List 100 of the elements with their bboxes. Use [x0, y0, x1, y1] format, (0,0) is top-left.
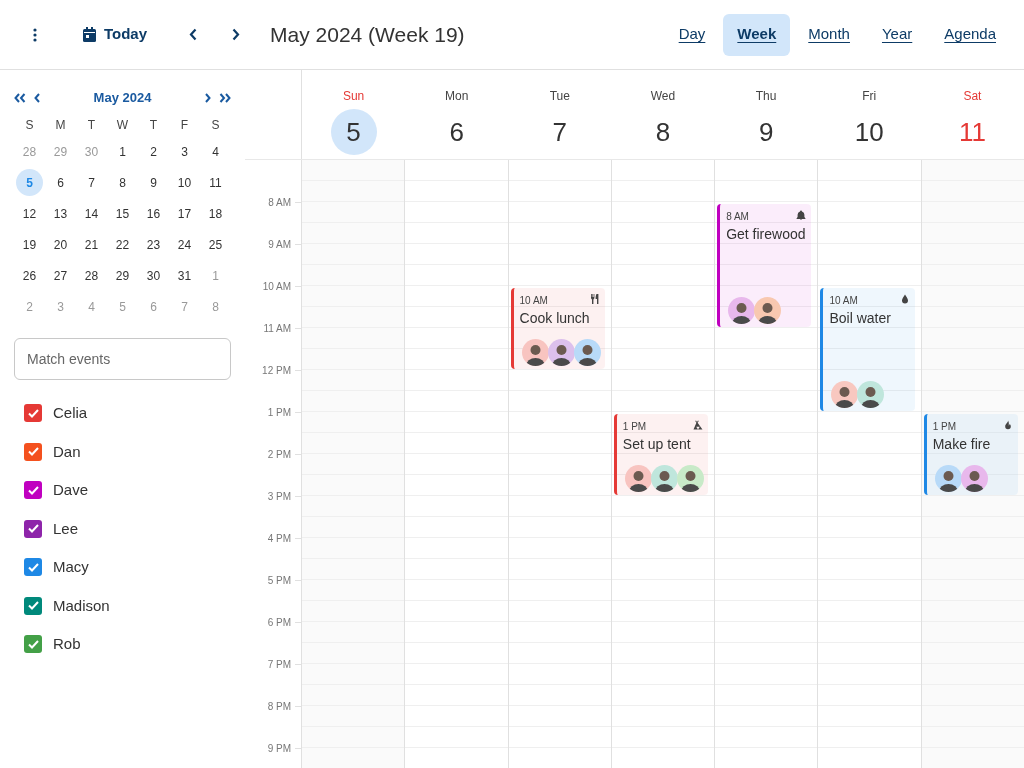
date-cell[interactable]: 6	[47, 169, 74, 196]
day-number[interactable]: 9	[743, 109, 790, 155]
date-cell[interactable]: 28	[78, 262, 105, 289]
checkbox[interactable]	[24, 442, 42, 461]
event-title: Boil water	[829, 309, 892, 328]
date-cell[interactable]: 23	[140, 231, 167, 258]
hour-label: 8 PM	[267, 700, 291, 714]
hour-label: 11 AM	[263, 322, 291, 336]
date-cell[interactable]: 16	[140, 200, 167, 227]
weekday-label: Mon	[445, 88, 469, 105]
event-card[interactable]: 1 PM Set up tent	[613, 414, 709, 495]
date-cell[interactable]: 10	[171, 169, 198, 196]
date-cell[interactable]: 9	[140, 169, 167, 196]
date-cell[interactable]: 19	[16, 231, 43, 258]
checkbox[interactable]	[24, 404, 42, 423]
view-tab[interactable]: Agenda	[930, 13, 1010, 56]
hour-label: 7 PM	[267, 658, 291, 672]
day-number[interactable]: 10	[846, 109, 893, 155]
date-cell[interactable]: 26	[16, 262, 43, 289]
view-tab[interactable]: Year	[867, 13, 927, 56]
person-filter[interactable]: Dan	[0, 432, 245, 471]
view-tab[interactable]: Week	[723, 13, 791, 56]
day-number[interactable]: 7	[536, 109, 583, 155]
view-tab[interactable]: Month	[794, 13, 864, 56]
date-cell[interactable]: 8	[109, 169, 136, 196]
date-cell[interactable]: 1	[109, 138, 136, 165]
date-cell[interactable]: 18	[202, 200, 229, 227]
day-number[interactable]: 6	[433, 109, 480, 155]
hour-label: 1 PM	[267, 406, 291, 420]
event-card[interactable]: 8 AM Get firewood	[717, 204, 812, 327]
hour-label: 10 AM	[262, 280, 291, 294]
date-cell[interactable]: 22	[109, 231, 136, 258]
event-time: 1 PM	[932, 420, 957, 434]
hour-label: 12 PM	[262, 364, 291, 378]
day-number[interactable]: 5	[330, 109, 377, 155]
event-time: 10 AM	[829, 294, 858, 308]
chevron-right-icon	[205, 93, 211, 103]
hour-label: 3 PM	[267, 490, 291, 504]
date-cell[interactable]: 21	[78, 231, 105, 258]
date-cell[interactable]: 31	[171, 262, 198, 289]
hour-label: 4 PM	[267, 532, 291, 546]
date-cell[interactable]: 17	[171, 200, 198, 227]
weekday-label: Wed	[650, 88, 676, 105]
checkmark-icon	[27, 639, 39, 649]
person-filter[interactable]: Rob	[0, 625, 245, 664]
date-cell[interactable]: 3	[171, 138, 198, 165]
checkbox[interactable]	[24, 635, 42, 654]
checkbox[interactable]	[24, 519, 42, 538]
hour-label: 6 PM	[267, 616, 291, 630]
flame-icon	[1002, 420, 1013, 430]
date-cell[interactable]: 11	[202, 169, 229, 196]
date-cell[interactable]: 15	[109, 200, 136, 227]
event-card[interactable]: 10 AM Cook lunch	[510, 288, 605, 369]
date-cell[interactable]: 12	[16, 200, 43, 227]
person-filter[interactable]: Macy	[0, 548, 245, 587]
month-title: May 2024	[92, 89, 153, 108]
person-filter[interactable]: Lee	[0, 509, 245, 548]
event-title: Get firewood	[726, 225, 807, 244]
event-title: Set up tent	[622, 435, 692, 454]
weekday-label: M	[55, 117, 66, 134]
checkbox[interactable]	[24, 481, 42, 500]
checkmark-icon	[27, 485, 39, 495]
today-button[interactable]: Today	[79, 14, 152, 55]
checkmark-icon	[27, 447, 39, 457]
view-tab[interactable]: Day	[664, 13, 720, 56]
date-cell[interactable]: 14	[78, 200, 105, 227]
weekday-label: T	[149, 117, 158, 134]
checkbox[interactable]	[24, 558, 42, 577]
checkmark-icon	[27, 601, 39, 611]
date-cell[interactable]: 20	[47, 231, 74, 258]
person-filter[interactable]: Celia	[0, 394, 245, 433]
date-cell[interactable]: 24	[171, 231, 198, 258]
event-time: 1 PM	[622, 420, 647, 434]
event-card[interactable]: 10 AM Boil water	[820, 288, 915, 411]
weekday-label: Sat	[963, 88, 982, 105]
event-card[interactable]: 1 PM Make fire	[923, 414, 1018, 495]
weekday-label: Fri	[862, 88, 877, 105]
checkbox[interactable]	[24, 596, 42, 615]
event-time: 10 AM	[519, 294, 548, 308]
date-cell[interactable]: 25	[202, 231, 229, 258]
day-number[interactable]: 11	[949, 109, 996, 155]
weekday-label: Thu	[755, 88, 777, 105]
date-cell[interactable]: 27	[47, 262, 74, 289]
date-cell[interactable]: 30	[140, 262, 167, 289]
date-cell[interactable]: 4	[202, 138, 229, 165]
checkmark-icon	[27, 562, 39, 572]
drop-icon	[899, 294, 910, 304]
weekday-label: S	[211, 117, 220, 134]
search-field[interactable]: Match events	[14, 338, 231, 380]
checkmark-icon	[27, 408, 39, 418]
double-chevron-left-icon	[14, 93, 26, 103]
date-cell[interactable]: 2	[140, 138, 167, 165]
day-number[interactable]: 8	[640, 109, 686, 155]
person-filter[interactable]: Madison	[0, 586, 245, 625]
period-title: May 2024 (Week 19)	[270, 21, 465, 48]
date-cell[interactable]: 13	[47, 200, 74, 227]
date-cell[interactable]: 7	[78, 169, 105, 196]
weekday-label: T	[87, 117, 96, 134]
person-filter[interactable]: Dave	[0, 471, 245, 510]
date-cell[interactable]: 29	[109, 262, 136, 289]
